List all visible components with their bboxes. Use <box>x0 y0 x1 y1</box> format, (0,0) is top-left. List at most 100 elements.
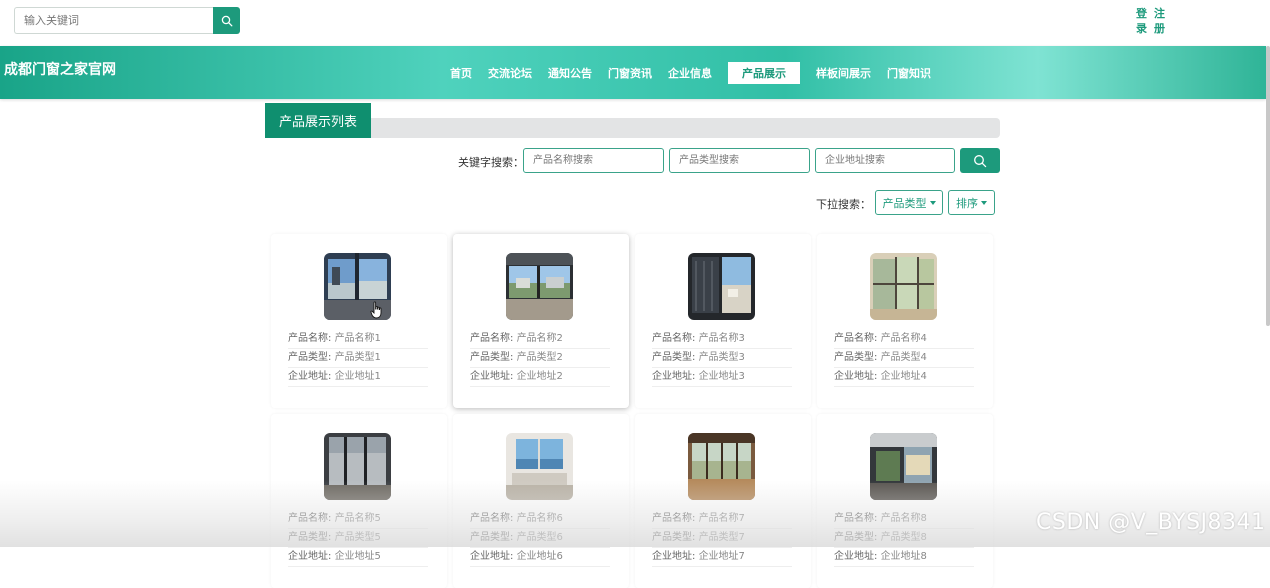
keyword-search-button[interactable] <box>960 148 1000 173</box>
product-image[interactable] <box>870 253 937 320</box>
product-name-value: 产品名称4 <box>880 333 927 344</box>
product-name-row: 产品名称: 产品名称1 <box>288 330 428 349</box>
product-name-row: 产品名称: 产品名称8 <box>834 510 974 529</box>
nav-item-forum[interactable]: 交流论坛 <box>488 65 532 81</box>
product-info: 产品名称: 产品名称4 产品类型: 产品类型4 企业地址: 企业地址4 <box>834 330 974 387</box>
product-name-value: 产品名称7 <box>698 513 745 524</box>
product-info: 产品名称: 产品名称2 产品类型: 产品类型2 企业地址: 企业地址2 <box>470 330 610 387</box>
main-navbar: 成都门窗之家官网 首页 交流论坛 通知公告 门窗资讯 企业信息 产品展示 样板间… <box>0 46 1266 99</box>
product-type-search-input[interactable] <box>669 148 810 173</box>
product-card[interactable]: 产品名称: 产品名称5 产品类型: 产品类型5 企业地址: 企业地址5 <box>271 414 447 588</box>
product-info: 产品名称: 产品名称5 产品类型: 产品类型5 企业地址: 企业地址5 <box>288 510 428 567</box>
product-card[interactable]: 产品名称: 产品名称3 产品类型: 产品类型3 企业地址: 企业地址3 <box>635 234 811 408</box>
company-address-value: 企业地址8 <box>880 551 927 562</box>
header-search-button[interactable] <box>213 7 240 34</box>
company-address-row: 企业地址: 企业地址6 <box>470 548 610 567</box>
company-address-row: 企业地址: 企业地址7 <box>652 548 792 567</box>
product-name-label: 产品名称: <box>834 333 878 344</box>
register-link-top[interactable]: 注 <box>1154 6 1172 21</box>
product-type-row: 产品类型: 产品类型3 <box>652 349 792 368</box>
sort-dropdown[interactable]: 排序 <box>948 190 995 215</box>
nav-item-news[interactable]: 门窗资讯 <box>608 65 652 81</box>
company-address-label: 企业地址: <box>288 551 332 562</box>
product-name-search-input[interactable] <box>523 148 664 173</box>
login-link-bottom[interactable]: 录 <box>1136 21 1154 36</box>
product-type-dropdown[interactable]: 产品类型 <box>875 190 943 215</box>
product-name-row: 产品名称: 产品名称7 <box>652 510 792 529</box>
company-address-row: 企业地址: 企业地址4 <box>834 368 974 387</box>
nav-item-showroom[interactable]: 样板间展示 <box>816 65 871 81</box>
login-link-top[interactable]: 登 <box>1136 6 1154 21</box>
company-address-value: 企业地址6 <box>516 551 563 562</box>
dropdown-search-label: 下拉搜索： <box>816 198 871 211</box>
company-address-row: 企业地址: 企业地址2 <box>470 368 610 387</box>
nav-item-company[interactable]: 企业信息 <box>668 65 712 81</box>
company-address-label: 企业地址: <box>652 371 696 382</box>
sort-dropdown-label: 排序 <box>956 196 978 210</box>
product-type-value: 产品类型4 <box>880 352 927 363</box>
nav-item-notice[interactable]: 通知公告 <box>548 65 592 81</box>
header-search-input[interactable] <box>14 7 214 34</box>
product-card[interactable]: 产品名称: 产品名称2 产品类型: 产品类型2 企业地址: 企业地址2 <box>453 234 629 408</box>
product-name-label: 产品名称: <box>288 333 332 344</box>
product-card[interactable]: 产品名称: 产品名称8 产品类型: 产品类型8 企业地址: 企业地址8 <box>817 414 993 588</box>
product-image[interactable] <box>688 253 755 320</box>
nav-item-products[interactable]: 产品展示 <box>728 62 800 84</box>
product-info: 产品名称: 产品名称8 产品类型: 产品类型8 企业地址: 企业地址8 <box>834 510 974 567</box>
product-name-row: 产品名称: 产品名称3 <box>652 330 792 349</box>
product-card[interactable]: 产品名称: 产品名称7 产品类型: 产品类型7 企业地址: 企业地址7 <box>635 414 811 588</box>
product-type-value: 产品类型5 <box>334 532 381 543</box>
top-bar: 登注 录册 <box>0 0 1270 46</box>
product-name-label: 产品名称: <box>652 333 696 344</box>
product-name-label: 产品名称: <box>834 513 878 524</box>
hand-pointer-icon <box>370 301 384 323</box>
product-type-label: 产品类型: <box>834 532 878 543</box>
product-type-value: 产品类型2 <box>516 352 563 363</box>
product-type-row: 产品类型: 产品类型8 <box>834 529 974 548</box>
product-info: 产品名称: 产品名称6 产品类型: 产品类型6 企业地址: 企业地址6 <box>470 510 610 567</box>
product-type-label: 产品类型: <box>834 352 878 363</box>
product-card[interactable]: 产品名称: 产品名称1 产品类型: 产品类型1 企业地址: 企业地址1 <box>271 234 447 408</box>
product-type-label: 产品类型: <box>470 532 514 543</box>
nav-item-knowledge[interactable]: 门窗知识 <box>887 65 931 81</box>
product-name-label: 产品名称: <box>652 513 696 524</box>
product-image[interactable] <box>506 253 573 320</box>
company-address-value: 企业地址4 <box>880 371 927 382</box>
company-address-search-input[interactable] <box>815 148 955 173</box>
product-info: 产品名称: 产品名称1 产品类型: 产品类型1 企业地址: 企业地址1 <box>288 330 428 387</box>
product-name-value: 产品名称8 <box>880 513 927 524</box>
product-image[interactable] <box>324 433 391 500</box>
company-address-row: 企业地址: 企业地址3 <box>652 368 792 387</box>
product-name-value: 产品名称3 <box>698 333 745 344</box>
company-address-row: 企业地址: 企业地址8 <box>834 548 974 567</box>
company-address-label: 企业地址: <box>652 551 696 562</box>
product-name-row: 产品名称: 产品名称4 <box>834 330 974 349</box>
watermark: CSDN @V_BYSJ8341 <box>1036 510 1266 535</box>
product-name-value: 产品名称2 <box>516 333 563 344</box>
section-header: 产品展示列表 <box>265 103 1000 138</box>
section-title: 产品展示列表 <box>265 103 371 138</box>
company-address-value: 企业地址3 <box>698 371 745 382</box>
product-type-row: 产品类型: 产品类型5 <box>288 529 428 548</box>
search-icon <box>974 154 987 167</box>
company-address-label: 企业地址: <box>470 551 514 562</box>
product-name-row: 产品名称: 产品名称5 <box>288 510 428 529</box>
product-type-label: 产品类型: <box>652 352 696 363</box>
product-card[interactable]: 产品名称: 产品名称6 产品类型: 产品类型6 企业地址: 企业地址6 <box>453 414 629 588</box>
product-image[interactable] <box>506 433 573 500</box>
product-type-value: 产品类型3 <box>698 352 745 363</box>
product-image[interactable] <box>688 433 755 500</box>
product-name-value: 产品名称6 <box>516 513 563 524</box>
product-type-value: 产品类型7 <box>698 532 745 543</box>
caret-down-icon <box>981 200 987 205</box>
product-type-row: 产品类型: 产品类型4 <box>834 349 974 368</box>
product-type-label: 产品类型: <box>652 532 696 543</box>
page-scrollbar[interactable] <box>1266 46 1270 326</box>
product-card[interactable]: 产品名称: 产品名称4 产品类型: 产品类型4 企业地址: 企业地址4 <box>817 234 993 408</box>
product-image[interactable] <box>870 433 937 500</box>
product-type-row: 产品类型: 产品类型7 <box>652 529 792 548</box>
register-link-bottom[interactable]: 册 <box>1154 21 1172 36</box>
nav-item-home[interactable]: 首页 <box>450 65 472 81</box>
keyword-search-label: 关键字搜索： <box>458 156 524 169</box>
company-address-label: 企业地址: <box>288 371 332 382</box>
